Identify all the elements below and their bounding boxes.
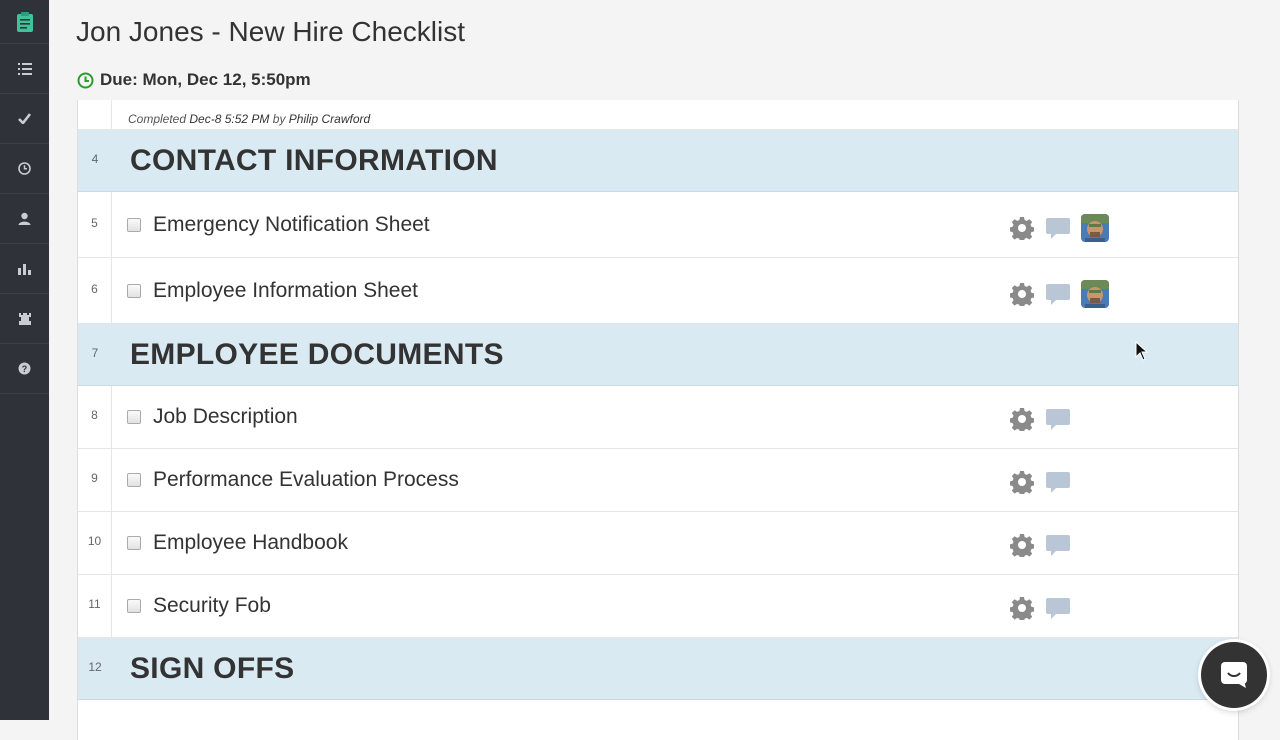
gear-icon[interactable] <box>1010 407 1034 431</box>
user-icon[interactable] <box>0 194 49 244</box>
task-actions <box>1010 596 1081 620</box>
clock-icon[interactable] <box>0 144 49 194</box>
row-number: 10 <box>78 512 112 574</box>
comment-icon[interactable] <box>1045 216 1071 240</box>
sidebar: ? <box>0 0 49 720</box>
row-number-text: 7 <box>91 345 99 360</box>
task-label[interactable]: Employee Information Sheet <box>153 279 418 303</box>
section-heading-row: 7 EMPLOYEE DOCUMENTS <box>78 324 1238 386</box>
row-number-text: 6 <box>91 281 98 296</box>
checklist-logo-icon[interactable] <box>0 0 49 44</box>
completed-by: by <box>272 112 286 126</box>
chat-icon <box>1221 662 1247 688</box>
section-heading-row: 4 CONTACT INFORMATION <box>78 130 1238 192</box>
task-row[interactable]: 11 Security Fob <box>78 575 1238 638</box>
bar-chart-icon[interactable] <box>0 244 49 294</box>
mouse-cursor-icon <box>1135 341 1149 361</box>
row-number-text: 11 <box>88 597 101 611</box>
page-title: Jon Jones - New Hire Checklist <box>76 16 466 47</box>
svg-text:?: ? <box>22 364 28 374</box>
gear-icon[interactable] <box>1010 216 1034 240</box>
checklist: Completed Dec-8 5:52 PM by Philip Crawfo… <box>77 100 1239 740</box>
main-content: Jon Jones - New Hire Checklist Due: Mon,… <box>49 0 1280 740</box>
task-actions <box>1010 407 1081 431</box>
gear-icon[interactable] <box>1010 282 1034 306</box>
row-number-text: 8 <box>91 408 98 422</box>
completed-date: Dec-8 5:52 PM <box>189 112 270 126</box>
row-number: 5 <box>78 192 112 257</box>
task-checkbox[interactable] <box>127 410 141 424</box>
row-number: 4 <box>78 130 112 191</box>
completed-info-row: Completed Dec-8 5:52 PM by Philip Crawfo… <box>78 100 1238 130</box>
due-clock-icon <box>77 72 94 88</box>
comment-icon[interactable] <box>1045 470 1071 494</box>
row-number: 8 <box>78 386 112 448</box>
task-label[interactable]: Performance Evaluation Process <box>153 468 459 492</box>
avatar[interactable] <box>1081 280 1109 308</box>
row-number-text: 9 <box>91 471 98 485</box>
task-label[interactable]: Security Fob <box>153 594 271 618</box>
chat-launcher-button[interactable] <box>1201 642 1267 708</box>
list-icon[interactable] <box>0 44 49 94</box>
rook-icon[interactable] <box>0 294 49 344</box>
task-row[interactable]: 8 Job Description <box>78 386 1238 449</box>
avatar[interactable] <box>1081 214 1109 242</box>
row-number: 7 <box>78 324 112 385</box>
task-row[interactable]: 6 Employee Information Sheet <box>78 258 1238 324</box>
task-checkbox[interactable] <box>127 283 141 298</box>
comment-icon[interactable] <box>1045 407 1071 431</box>
task-actions <box>1010 280 1109 308</box>
row-number-text: 4 <box>91 151 99 166</box>
due-date: Due: Mon, Dec 12, 5:50pm <box>77 70 311 90</box>
gear-icon[interactable] <box>1010 470 1034 494</box>
section-heading: SIGN OFFS <box>130 651 295 685</box>
gear-icon[interactable] <box>1010 596 1034 620</box>
due-text: Due: Mon, Dec 12, 5:50pm <box>100 70 311 89</box>
completed-user: Philip Crawford <box>288 112 371 126</box>
task-row[interactable]: 9 Performance Evaluation Process <box>78 449 1238 512</box>
gear-icon[interactable] <box>1010 533 1034 557</box>
task-row[interactable]: 10 Employee Handbook <box>78 512 1238 575</box>
task-actions <box>1010 214 1109 242</box>
task-label[interactable]: Emergency Notification Sheet <box>153 213 430 237</box>
comment-icon[interactable] <box>1045 596 1071 620</box>
section-heading: CONTACT INFORMATION <box>130 143 498 177</box>
task-label[interactable]: Job Description <box>153 405 298 429</box>
row-number-text: 12 <box>88 659 102 674</box>
task-checkbox[interactable] <box>127 599 141 613</box>
task-checkbox[interactable] <box>127 473 141 487</box>
section-heading: EMPLOYEE DOCUMENTS <box>130 337 504 371</box>
row-number-text: 10 <box>87 534 102 548</box>
comment-icon[interactable] <box>1045 282 1071 306</box>
row-number: 9 <box>78 449 112 511</box>
section-heading-row: 12 SIGN OFFS <box>78 638 1238 700</box>
task-label[interactable]: Employee Handbook <box>153 531 348 555</box>
task-row[interactable]: 5 Emergency Notification Sheet <box>78 192 1238 258</box>
help-icon[interactable]: ? <box>0 344 49 394</box>
row-number-text: 5 <box>91 215 98 230</box>
task-checkbox[interactable] <box>127 536 141 550</box>
comment-icon[interactable] <box>1045 533 1071 557</box>
task-checkbox[interactable] <box>127 217 141 232</box>
checkmark-icon[interactable] <box>0 94 49 144</box>
task-actions <box>1010 470 1081 494</box>
row-number: 12 <box>78 638 112 699</box>
task-actions <box>1010 533 1081 557</box>
row-number: 11 <box>78 575 112 637</box>
row-number: 6 <box>78 258 112 323</box>
completed-label: Completed <box>128 112 187 126</box>
